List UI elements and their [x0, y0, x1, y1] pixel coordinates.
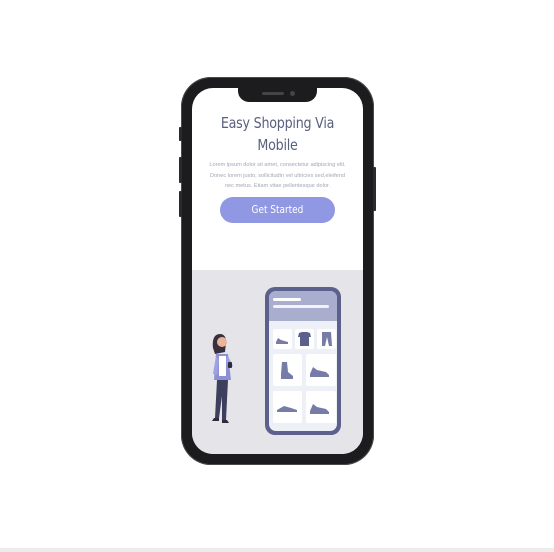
mute-switch	[179, 127, 182, 141]
phone-notch	[238, 88, 317, 102]
phone-screen: Easy Shopping Via Mobile Lorem ipsum dol…	[192, 88, 363, 454]
hero-description: Lorem ipsum dolor sit amet, consectetur …	[209, 162, 346, 189]
phone-in-hand-icon	[228, 362, 232, 368]
right-shoe	[222, 420, 229, 423]
volume-up-button	[179, 157, 182, 183]
shirt	[219, 356, 226, 376]
pants	[215, 380, 228, 420]
bottom-scroll-edge	[0, 548, 554, 552]
speaker-grille	[262, 92, 284, 95]
product-tile	[306, 354, 336, 386]
front-camera	[290, 91, 295, 96]
page: Easy Shopping Via Mobile Lorem ipsum dol…	[0, 0, 554, 552]
product-tile	[295, 329, 314, 349]
app-header-line	[273, 298, 301, 301]
get-started-button[interactable]: Get Started	[220, 197, 335, 223]
hero-title: Easy Shopping Via Mobile	[220, 114, 335, 154]
get-started-label: Get Started	[251, 204, 304, 216]
product-tile	[273, 391, 302, 423]
app-search-bar	[273, 305, 329, 308]
product-tile	[306, 391, 336, 423]
left-shoe	[212, 418, 219, 421]
volume-down-button	[179, 191, 182, 217]
power-button	[373, 167, 376, 211]
shopping-illustration	[212, 287, 341, 435]
phone-mockup: Easy Shopping Via Mobile Lorem ipsum dol…	[179, 77, 376, 465]
product-tile	[273, 329, 292, 349]
product-tile	[317, 329, 336, 349]
woman-figure	[212, 334, 233, 423]
face	[217, 337, 227, 347]
product-tile	[273, 354, 302, 386]
